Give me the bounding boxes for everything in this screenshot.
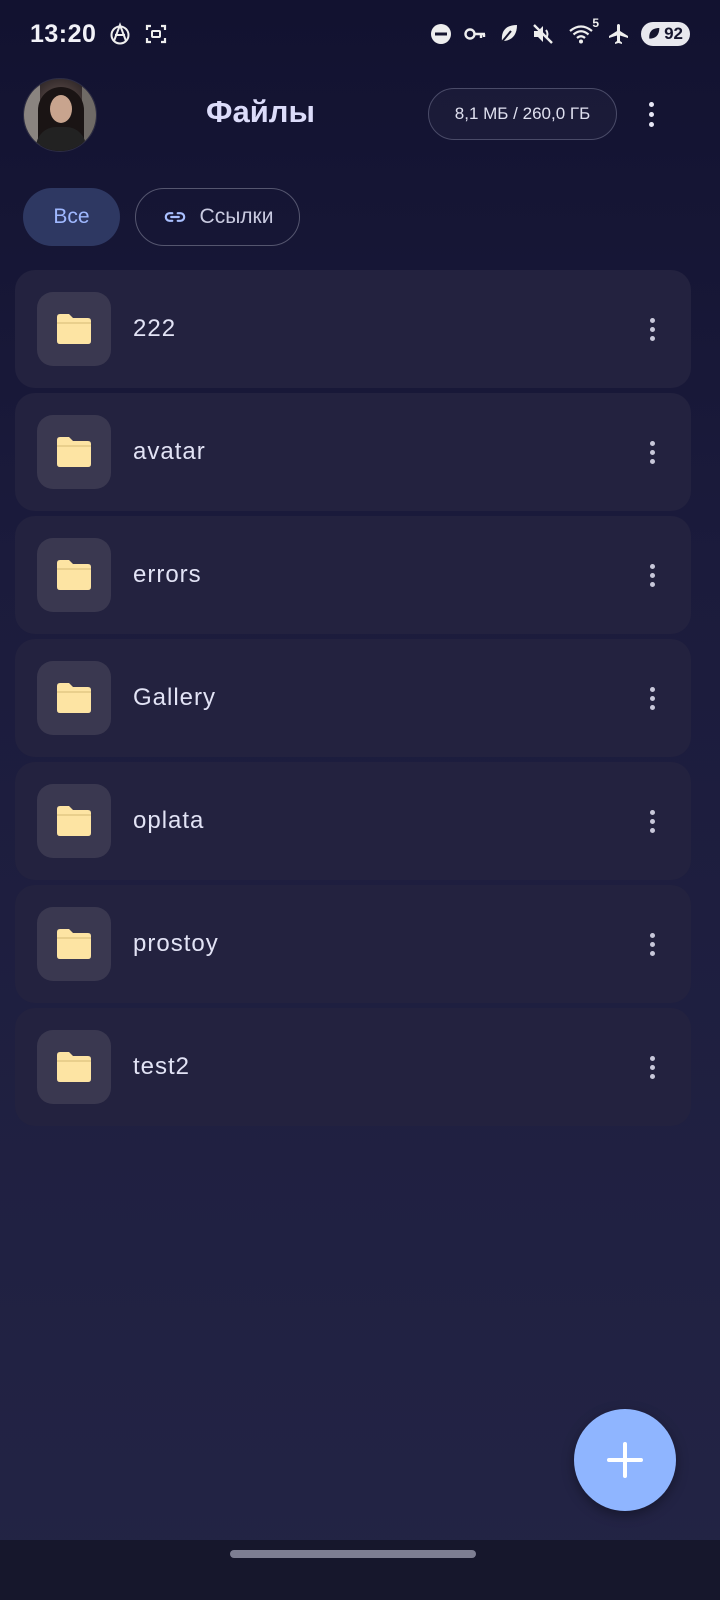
more-vert-icon [649, 686, 655, 710]
file-name: avatar [133, 438, 206, 465]
status-bar: 13:20 5 92 [0, 0, 720, 68]
filter-links-chip[interactable]: Ссылки [135, 188, 300, 246]
gesture-handle[interactable] [230, 1550, 476, 1558]
airplane-icon [607, 22, 631, 46]
mute-icon [531, 22, 555, 46]
battery-level: 92 [664, 24, 683, 43]
filter-chips: Все Ссылки [23, 188, 300, 246]
wifi-icon: 5 [565, 16, 599, 46]
list-item[interactable]: 222 [15, 270, 691, 388]
vpn-anarchy-icon [108, 22, 132, 46]
more-vert-icon [649, 809, 655, 833]
file-name: 222 [133, 315, 177, 342]
filter-all-chip[interactable]: Все [23, 188, 120, 246]
status-right: 5 92 [429, 16, 690, 46]
more-vert-icon [649, 440, 655, 464]
avatar[interactable] [23, 78, 97, 152]
item-more-button[interactable] [637, 806, 667, 836]
clock: 13:20 [30, 19, 97, 48]
item-more-button[interactable] [637, 929, 667, 959]
folder-tile [37, 1030, 111, 1104]
item-more-button[interactable] [637, 314, 667, 344]
item-more-button[interactable] [637, 437, 667, 467]
list-item[interactable]: prostoy [15, 885, 691, 1003]
plus-icon [607, 1442, 643, 1478]
file-list: 222 avatar errors Gallery oplata prostoy [15, 270, 691, 1126]
wifi-badge: 5 [592, 16, 600, 30]
folder-tile [37, 538, 111, 612]
system-nav-bar [0, 1540, 720, 1600]
more-vert-icon [649, 563, 655, 587]
folder-icon [57, 314, 91, 344]
more-vert-icon [649, 1055, 655, 1079]
list-item[interactable]: test2 [15, 1008, 691, 1126]
file-name: prostoy [133, 930, 219, 957]
file-name: errors [133, 561, 202, 588]
folder-tile [37, 292, 111, 366]
battery-leaf-icon [649, 28, 660, 39]
link-icon [164, 212, 185, 222]
folder-icon [57, 437, 91, 467]
file-name: oplata [133, 807, 205, 834]
folder-icon [57, 683, 91, 713]
storage-usage-chip[interactable]: 8,1 МБ / 260,0 ГБ [428, 88, 617, 140]
folder-icon [57, 806, 91, 836]
folder-tile [37, 415, 111, 489]
page-title: Файлы [206, 94, 315, 129]
item-more-button[interactable] [637, 560, 667, 590]
item-more-button[interactable] [637, 1052, 667, 1082]
file-name: Gallery [133, 684, 217, 711]
folder-tile [37, 784, 111, 858]
app-header: Файлы 8,1 МБ / 260,0 ГБ [0, 76, 720, 156]
dnd-icon [429, 22, 453, 46]
key-icon [463, 22, 487, 46]
list-item[interactable]: Gallery [15, 639, 691, 757]
item-more-button[interactable] [637, 683, 667, 713]
folder-tile [37, 661, 111, 735]
add-fab-button[interactable] [574, 1409, 676, 1511]
file-name: test2 [133, 1053, 191, 1080]
folder-icon [57, 929, 91, 959]
filter-links-label: Ссылки [199, 205, 274, 228]
folder-tile [37, 907, 111, 981]
screenshot-icon [144, 22, 168, 46]
more-vert-icon [648, 101, 654, 127]
more-vert-icon [649, 317, 655, 341]
folder-icon [57, 560, 91, 590]
more-options-button[interactable] [636, 96, 666, 132]
list-item[interactable]: avatar [15, 393, 691, 511]
battery-indicator: 92 [641, 22, 690, 46]
list-item[interactable]: errors [15, 516, 691, 634]
status-left: 13:20 [30, 20, 168, 49]
folder-icon [57, 1052, 91, 1082]
list-item[interactable]: oplata [15, 762, 691, 880]
more-vert-icon [649, 932, 655, 956]
leaf-icon [497, 22, 521, 46]
